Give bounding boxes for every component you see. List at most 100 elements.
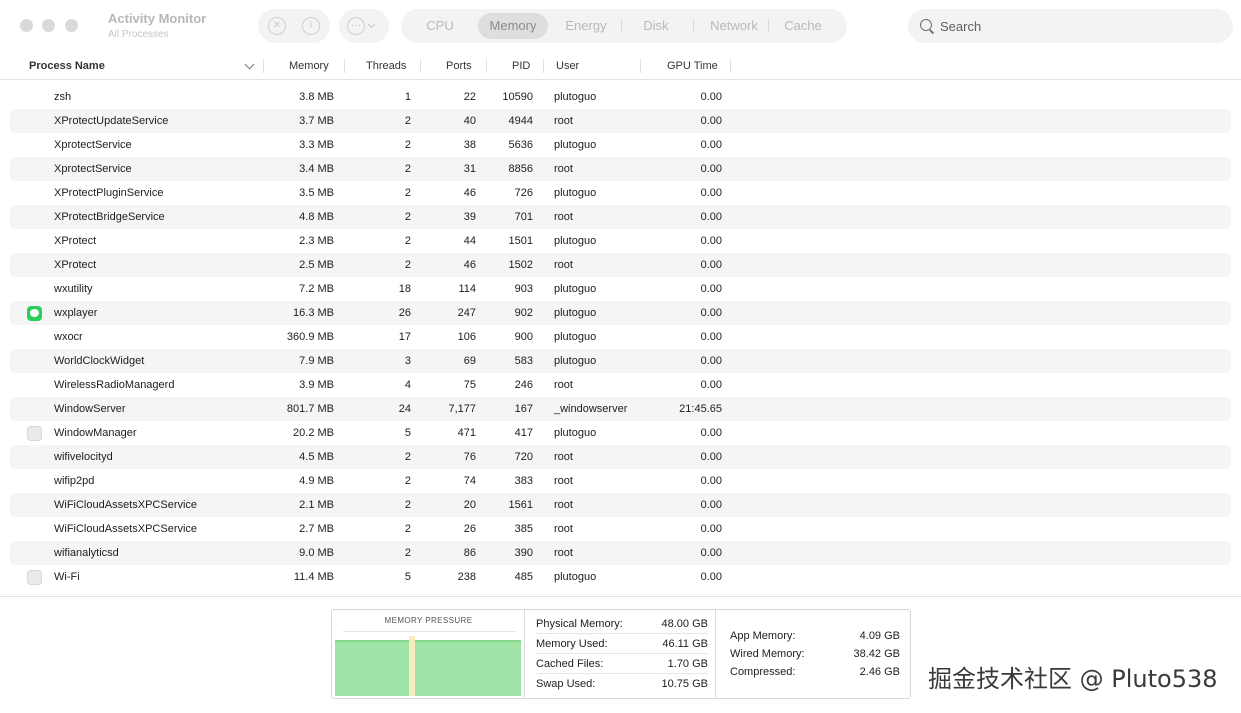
table-row[interactable]: WiFiCloudAssetsXPCService 2.7 MB 2 26 385 roo… <box>10 517 1231 541</box>
search-field[interactable] <box>908 9 1233 43</box>
process-pid: 167 <box>514 403 533 415</box>
memory-stats-table: Physical Memory: 48.00 GB Memory Used: 46.1… <box>526 610 716 698</box>
tab-memory[interactable]: Memory <box>478 13 548 39</box>
process-user: plutoguo <box>554 331 597 343</box>
tab-energy[interactable]: Energy <box>551 13 621 39</box>
process-threads: 1 <box>404 91 411 103</box>
close-window-button[interactable] <box>20 19 33 32</box>
table-row[interactable]: XprotectService 3.4 MB 2 31 8856 root 0.00 <box>10 157 1231 181</box>
column-pid[interactable]: PID <box>512 52 530 80</box>
process-user: root <box>554 475 573 487</box>
process-threads: 5 <box>404 427 411 439</box>
process-memory: 7.9 MB <box>299 355 334 367</box>
column-ports[interactable]: Ports <box>446 52 472 80</box>
process-name: wifianalyticsd <box>54 547 119 559</box>
process-threads: 2 <box>404 259 411 271</box>
process-name: WorldClockWidget <box>54 355 145 367</box>
chevron-down-icon <box>367 20 376 29</box>
memory-pressure-graph <box>335 636 521 696</box>
memory-stat-row: Cached Files: 1.70 GB <box>536 654 708 674</box>
table-row[interactable]: XProtectBridgeService 4.8 MB 2 39 701 root 0.0… <box>10 205 1231 229</box>
tab-network[interactable]: Network <box>696 13 772 39</box>
table-row[interactable]: WiFiCloudAssetsXPCService 2.1 MB 2 20 1561 ro… <box>10 493 1231 517</box>
process-user: root <box>554 163 573 175</box>
minimize-window-button[interactable] <box>42 19 55 32</box>
table-row[interactable]: wxocr 360.9 MB 17 106 900 plutoguo 0.00 <box>10 325 1231 349</box>
tab-disk[interactable]: Disk <box>624 13 688 39</box>
process-threads: 2 <box>404 163 411 175</box>
column-memory[interactable]: Memory <box>289 52 329 80</box>
process-user: root <box>554 523 573 535</box>
process-pid: 902 <box>514 307 533 319</box>
memory-pressure-spike <box>409 636 415 696</box>
table-row[interactable]: XprotectService 3.3 MB 2 38 5636 plutoguo 0.00 <box>10 133 1231 157</box>
table-row[interactable]: WindowManager 20.2 MB 5 471 417 plutoguo 0.00 <box>10 421 1231 445</box>
process-gpu-time: 0.00 <box>700 379 722 391</box>
zoom-window-button[interactable] <box>65 19 78 32</box>
memory-stat-row: Memory Used: 46.11 GB <box>536 634 708 654</box>
process-ports: 22 <box>463 91 476 103</box>
table-row[interactable]: wxplayer 16.3 MB 26 247 902 plutoguo 0.00 <box>10 301 1231 325</box>
table-row[interactable]: XProtect 2.3 MB 2 44 1501 plutoguo 0.00 <box>10 229 1231 253</box>
table-row[interactable]: XProtectUpdateService 3.7 MB 2 40 4944 root 0.… <box>10 109 1231 133</box>
stop-process-icon[interactable]: ✕ <box>268 17 286 35</box>
process-table[interactable]: zsh 3.8 MB 1 22 10590 plutoguo 0.00 XProtectUpd… <box>10 85 1231 595</box>
process-gpu-time: 0.00 <box>700 571 722 583</box>
process-ports: 106 <box>457 331 476 343</box>
process-user: plutoguo <box>554 571 597 583</box>
table-row[interactable]: XProtect 2.5 MB 2 46 1502 root 0.00 <box>10 253 1231 277</box>
tab-cpu[interactable]: CPU <box>407 13 473 39</box>
column-process-name[interactable]: Process Name <box>29 52 105 80</box>
process-user: root <box>554 379 573 391</box>
process-threads: 2 <box>404 547 411 559</box>
tab-cache[interactable]: Cache <box>771 13 835 39</box>
process-ports: 46 <box>463 187 476 199</box>
process-name: XprotectService <box>54 139 132 151</box>
process-ports: 39 <box>463 211 476 223</box>
table-row[interactable]: wxutility 7.2 MB 18 114 903 plutoguo 0.00 <box>10 277 1231 301</box>
more-options-icon: ··· <box>347 17 365 35</box>
process-pid: 1561 <box>508 499 533 511</box>
process-threads: 2 <box>404 139 411 151</box>
process-ports: 40 <box>463 115 476 127</box>
memory-stat-value: 1.70 GB <box>667 658 708 670</box>
process-pid: 383 <box>514 475 533 487</box>
column-user[interactable]: User <box>556 52 579 80</box>
table-row[interactable]: zsh 3.8 MB 1 22 10590 plutoguo 0.00 <box>10 85 1231 109</box>
process-pid: 900 <box>514 331 533 343</box>
table-row[interactable]: wifivelocityd 4.5 MB 2 76 720 root 0.00 <box>10 445 1231 469</box>
process-ports: 20 <box>463 499 476 511</box>
process-pid: 485 <box>514 571 533 583</box>
process-user: root <box>554 115 573 127</box>
process-ports: 7,177 <box>448 403 476 415</box>
process-user: root <box>554 211 573 223</box>
table-row[interactable]: XProtectPluginService 3.5 MB 2 46 726 plutogu… <box>10 181 1231 205</box>
table-row[interactable]: WirelessRadioManagerd 3.9 MB 4 75 246 root 0.0… <box>10 373 1231 397</box>
memory-stat-value: 10.75 GB <box>661 678 708 690</box>
process-actions-group: ✕ i <box>258 9 330 43</box>
process-memory: 2.3 MB <box>299 235 334 247</box>
column-gpu-time[interactable]: GPU Time <box>667 52 718 80</box>
sort-chevron-icon[interactable] <box>244 59 255 70</box>
table-row[interactable]: wifip2pd 4.9 MB 2 74 383 root 0.00 <box>10 469 1231 493</box>
column-threads[interactable]: Threads <box>366 52 406 80</box>
process-name: WindowManager <box>54 427 137 439</box>
process-threads: 5 <box>404 571 411 583</box>
process-memory: 360.9 MB <box>286 331 334 343</box>
info-icon[interactable]: i <box>302 17 320 35</box>
process-threads: 2 <box>404 115 411 127</box>
process-ports: 44 <box>463 235 476 247</box>
table-row[interactable]: WorldClockWidget 7.9 MB 3 69 583 plutoguo 0.00 <box>10 349 1231 373</box>
table-row[interactable]: wifianalyticsd 9.0 MB 2 86 390 root 0.00 <box>10 541 1231 565</box>
table-row[interactable]: Wi-Fi 11.4 MB 5 238 485 plutoguo 0.00 <box>10 565 1231 589</box>
process-pid: 5636 <box>508 139 533 151</box>
column-divider <box>344 59 345 73</box>
process-memory: 801.7 MB <box>286 403 334 415</box>
process-name: XProtectUpdateService <box>54 115 169 127</box>
process-threads: 18 <box>398 283 411 295</box>
more-options-button[interactable]: ··· <box>339 9 389 43</box>
process-name: Wi-Fi <box>54 571 80 583</box>
table-row[interactable]: WindowServer 801.7 MB 24 7,177 167 _windowser… <box>10 397 1231 421</box>
process-memory: 3.5 MB <box>299 187 334 199</box>
search-input[interactable] <box>940 9 1220 43</box>
